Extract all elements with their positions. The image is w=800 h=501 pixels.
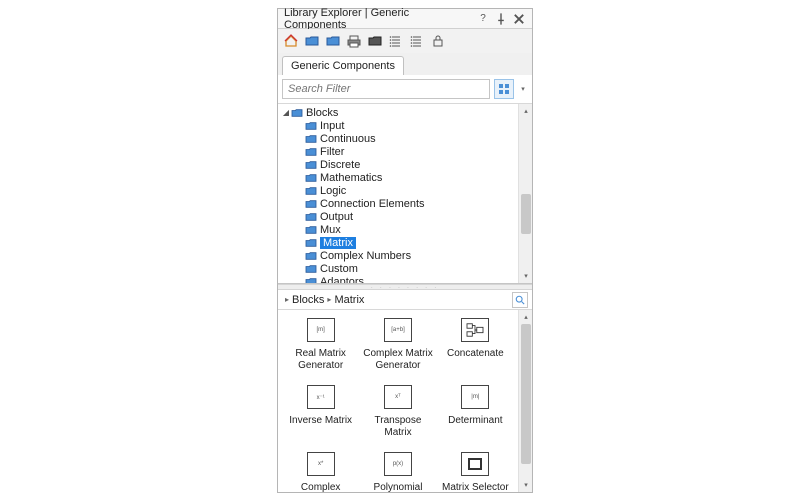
scroll-thumb[interactable] xyxy=(521,194,531,234)
breadcrumb-search-button[interactable] xyxy=(512,292,528,308)
component-real-matrix-generator[interactable]: [m] Real Matrix Generator xyxy=(284,318,357,371)
folder-icon xyxy=(305,134,317,144)
component-thumb: x⁻¹ xyxy=(307,385,335,409)
tab-generic-components[interactable]: Generic Components xyxy=(282,56,404,75)
component-label: Complex Conjugate Transpose xyxy=(286,482,356,492)
grid-scrollbar[interactable]: ▴ ▾ xyxy=(518,310,532,492)
folder-blue2-icon[interactable] xyxy=(324,32,342,50)
component-polynomial[interactable]: p(x) Polynomial xyxy=(361,452,434,492)
component-label: Concatenate xyxy=(447,348,504,360)
tree-item-output[interactable]: Output xyxy=(278,210,518,223)
folder-icon xyxy=(305,238,317,248)
component-label: Inverse Matrix xyxy=(289,415,352,427)
folder-blue-icon[interactable] xyxy=(303,32,321,50)
scroll-up-icon[interactable]: ▴ xyxy=(519,310,532,324)
component-concatenate[interactable]: Concatenate xyxy=(439,318,512,371)
component-thumb xyxy=(461,452,489,476)
scroll-up-icon[interactable]: ▴ xyxy=(519,104,532,118)
tree-item-continuous[interactable]: Continuous xyxy=(278,132,518,145)
search-row: ▾ xyxy=(278,75,532,104)
component-complex-matrix-generator[interactable]: [a+b] Complex Matrix Generator xyxy=(361,318,434,371)
tree-item-input[interactable]: Input xyxy=(278,119,518,132)
tree-item-filter[interactable]: Filter xyxy=(278,145,518,158)
tree-scrollbar[interactable]: ▴ ▾ xyxy=(518,104,532,283)
component-label: Matrix Selector xyxy=(442,482,509,492)
component-label: Complex Matrix Generator xyxy=(363,348,433,371)
grid-pane: [m] Real Matrix Generator [a+b] Complex Mat… xyxy=(278,310,532,492)
component-inverse-matrix[interactable]: x⁻¹ Inverse Matrix xyxy=(284,385,357,438)
tree-item-adaptors[interactable]: Adaptors xyxy=(278,275,518,283)
tab-strip: Generic Components xyxy=(278,53,532,75)
window-title: Library Explorer | Generic Components xyxy=(284,7,472,31)
component-thumb: |m| xyxy=(461,385,489,409)
breadcrumb: ▸ Blocks ▸ Matrix xyxy=(278,290,532,310)
folder-icon xyxy=(291,108,303,118)
folder-icon xyxy=(305,277,317,284)
breadcrumb-blocks[interactable]: Blocks xyxy=(292,294,324,306)
toolbar xyxy=(278,29,532,53)
scroll-down-icon[interactable]: ▾ xyxy=(519,478,532,492)
folder-icon xyxy=(305,147,317,157)
search-input[interactable] xyxy=(282,79,490,99)
folder-icon xyxy=(305,121,317,131)
tree-pane: ◢ Blocks InputContinuousFilterDiscreteMa… xyxy=(278,104,532,284)
titlebar: Library Explorer | Generic Components ? xyxy=(278,9,532,29)
component-label: Transpose Matrix xyxy=(363,415,433,438)
print-icon[interactable] xyxy=(345,32,363,50)
folder-icon xyxy=(305,251,317,261)
scroll-thumb[interactable] xyxy=(521,324,531,464)
scroll-down-icon[interactable]: ▾ xyxy=(519,269,532,283)
tree-item-complex-numbers[interactable]: Complex Numbers xyxy=(278,249,518,262)
folder-icon xyxy=(305,160,317,170)
folder-icon xyxy=(305,264,317,274)
component-thumb xyxy=(461,318,489,342)
folder-dark-icon[interactable] xyxy=(366,32,384,50)
tree-item-discrete[interactable]: Discrete xyxy=(278,158,518,171)
breadcrumb-matrix[interactable]: Matrix xyxy=(334,294,364,306)
tree-item-connection-elements[interactable]: Connection Elements xyxy=(278,197,518,210)
tree-item-mux[interactable]: Mux xyxy=(278,223,518,236)
home-icon[interactable] xyxy=(282,32,300,50)
search-options-dropdown[interactable]: ▾ xyxy=(518,79,528,99)
chevron-right-icon: ▸ xyxy=(327,295,331,304)
folder-icon xyxy=(305,173,317,183)
tree-item-matrix[interactable]: Matrix xyxy=(278,236,518,249)
library-explorer-panel: Library Explorer | Generic Components ? xyxy=(277,8,533,493)
tree-item-mathematics[interactable]: Mathematics xyxy=(278,171,518,184)
component-label: Determinant xyxy=(448,415,502,427)
component-transpose-matrix[interactable]: xᵀ Transpose Matrix xyxy=(361,385,434,438)
tree-item-logic[interactable]: Logic xyxy=(278,184,518,197)
tree-scroll[interactable]: ◢ Blocks InputContinuousFilterDiscreteMa… xyxy=(278,104,518,283)
tree-item-custom[interactable]: Custom xyxy=(278,262,518,275)
lock-icon[interactable] xyxy=(429,32,447,50)
folder-icon xyxy=(305,186,317,196)
component-label: Polynomial xyxy=(374,482,423,492)
search-view-button[interactable] xyxy=(494,79,514,99)
chevron-right-icon[interactable]: ▸ xyxy=(285,295,289,304)
list-icon[interactable] xyxy=(387,32,405,50)
component-thumb: p(x) xyxy=(384,452,412,476)
folder-icon xyxy=(305,199,317,209)
list2-icon[interactable] xyxy=(408,32,426,50)
close-button[interactable] xyxy=(512,12,526,26)
pin-button[interactable] xyxy=(494,12,508,26)
folder-icon xyxy=(305,225,317,235)
component-thumb: [m] xyxy=(307,318,335,342)
component-thumb: [a+b] xyxy=(384,318,412,342)
component-thumb: xᵀ xyxy=(384,385,412,409)
component-label: Real Matrix Generator xyxy=(286,348,356,371)
component-determinant[interactable]: |m| Determinant xyxy=(439,385,512,438)
component-matrix-selector[interactable]: Matrix Selector xyxy=(439,452,512,492)
collapse-icon[interactable]: ◢ xyxy=(282,108,290,117)
help-button[interactable]: ? xyxy=(476,12,490,26)
component-complex-conjugate-transpose[interactable]: x* Complex Conjugate Transpose xyxy=(284,452,357,492)
tree-root-blocks[interactable]: ◢ Blocks xyxy=(278,106,518,119)
folder-icon xyxy=(305,212,317,222)
component-thumb: x* xyxy=(307,452,335,476)
